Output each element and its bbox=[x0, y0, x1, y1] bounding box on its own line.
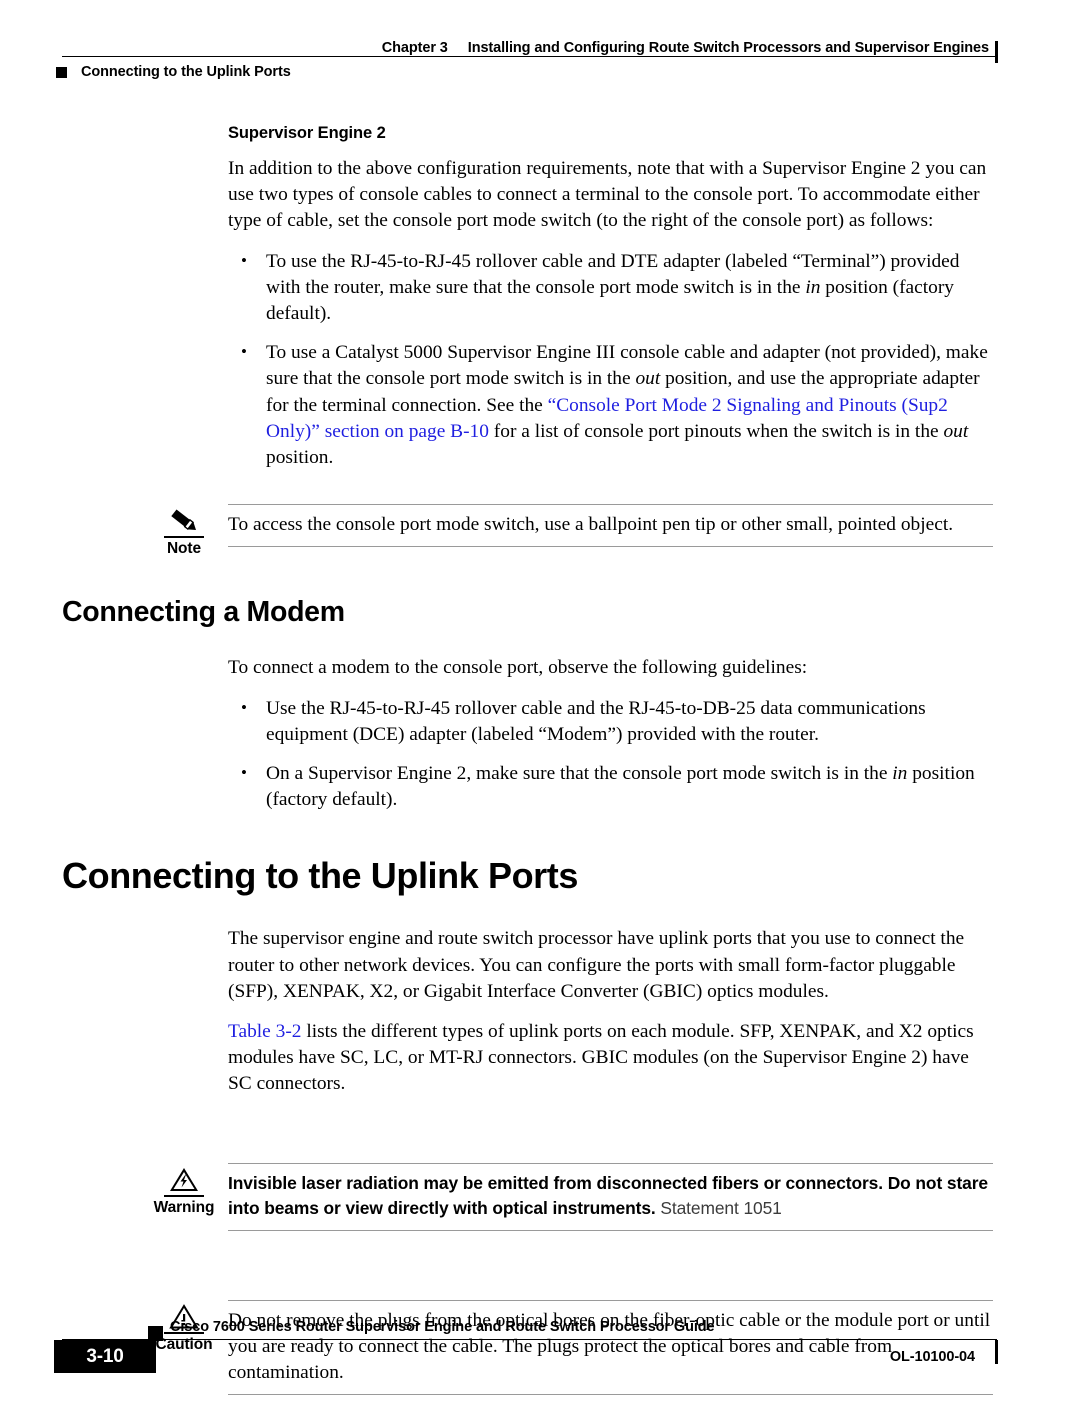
note-label: Note bbox=[166, 540, 202, 558]
note-body: To access the console port mode switch, … bbox=[228, 504, 993, 548]
list-item: To use a Catalyst 5000 Supervisor Engine… bbox=[228, 339, 993, 471]
page-number-box: 3-10 bbox=[54, 1340, 156, 1373]
square-bullet-icon bbox=[56, 66, 67, 78]
warning-statement-number: Statement 1051 bbox=[655, 1198, 782, 1219]
footer-guide-title: Cisco 7600 Series Router Supervisor Engi… bbox=[170, 1319, 715, 1335]
cross-reference-link-table-3-2[interactable]: Table 3-2 bbox=[228, 1021, 301, 1042]
warning-text: Invisible laser radiation may be emitted… bbox=[228, 1171, 993, 1222]
list-item: Use the RJ-45-to-RJ-45 rollover cable an… bbox=[228, 695, 993, 748]
uplink-paragraph-1: The supervisor engine and route switch p… bbox=[228, 928, 965, 1002]
uplink-block: The supervisor engine and route switch p… bbox=[228, 926, 993, 1097]
section-heading-connecting-to-the-uplink-ports: Connecting to the Uplink Ports bbox=[62, 855, 578, 897]
modem-intro-paragraph: To connect a modem to the console port, … bbox=[228, 657, 808, 679]
warning-triangle-lightning-icon bbox=[148, 1163, 220, 1193]
note-admonition: Note To access the console port mode swi… bbox=[0, 504, 1080, 557]
sup2-bullet-list: To use the RJ-45-to-RJ-45 rollover cable… bbox=[228, 248, 993, 472]
modem-block: To connect a modem to the console port, … bbox=[228, 655, 993, 813]
modem-bullet2-text-a: On a Supervisor Engine 2, make sure that… bbox=[266, 763, 893, 785]
header-running-head: Connecting to the Uplink Ports bbox=[56, 64, 997, 80]
warning-label: Warning bbox=[153, 1198, 215, 1216]
sup2-subheading: Supervisor Engine 2 bbox=[228, 124, 386, 142]
pencil-icon bbox=[148, 504, 220, 534]
section-heading-connecting-a-modem: Connecting a Modem bbox=[62, 596, 345, 629]
page-content: Supervisor Engine 2 In addition to the a… bbox=[0, 124, 1080, 1413]
footer-rule: 3-10 OL-10100-04 bbox=[54, 1326, 998, 1373]
warning-admonition: Warning Invisible laser radiation may be… bbox=[0, 1162, 1080, 1231]
note-text: To access the console port mode switch, … bbox=[228, 514, 954, 536]
modem-bullet1-text: Use the RJ-45-to-RJ-45 rollover cable an… bbox=[266, 697, 926, 745]
page-number: 3-10 bbox=[86, 1345, 124, 1367]
bullet2-text-c: for a list of console port pinouts when … bbox=[488, 420, 944, 442]
warning-text-bold: Invisible laser radiation may be emitted… bbox=[228, 1172, 988, 1219]
header-end-tick bbox=[995, 41, 998, 63]
modem-bullet2-italic-in: in bbox=[892, 763, 908, 785]
bullet2-text-d: position. bbox=[266, 447, 334, 469]
page-header: Chapter 3 Installing and Configuring Rou… bbox=[56, 30, 998, 88]
bullet1-italic-in: in bbox=[805, 276, 821, 298]
sup2-intro-paragraph: In addition to the above configuration r… bbox=[228, 158, 987, 232]
warning-body: Invisible laser radiation may be emitted… bbox=[228, 1162, 993, 1231]
note-icon-rule bbox=[164, 536, 204, 539]
header-chapter-title: Installing and Configuring Route Switch … bbox=[467, 40, 989, 56]
bullet2-italic-out1: out bbox=[635, 368, 661, 390]
footer-square-marker-icon bbox=[148, 1326, 163, 1341]
warning-icon-rule bbox=[164, 1194, 204, 1197]
footer-end-tick bbox=[995, 1340, 998, 1364]
uplink-paragraph-2: Table 3-2 lists the different types of u… bbox=[228, 1019, 993, 1098]
list-item: On a Supervisor Engine 2, make sure that… bbox=[228, 760, 993, 813]
uplink-paragraph-2-rest: lists the different types of uplink port… bbox=[228, 1021, 974, 1095]
header-rule bbox=[62, 41, 998, 63]
header-chapter-number: Chapter 3 bbox=[381, 40, 448, 56]
note-label-column: Note bbox=[148, 504, 220, 558]
page-footer: Cisco 7600 Series Router Supervisor Engi… bbox=[54, 1318, 998, 1384]
header-running-head-text: Connecting to the Uplink Ports bbox=[81, 64, 291, 80]
list-item: To use the RJ-45-to-RJ-45 rollover cable… bbox=[228, 248, 993, 328]
bullet2-italic-out2: out bbox=[943, 420, 969, 442]
sup2-block: Supervisor Engine 2 In addition to the a… bbox=[228, 124, 993, 235]
document-page: Chapter 3 Installing and Configuring Rou… bbox=[0, 0, 1080, 1397]
warning-label-column: Warning bbox=[148, 1163, 220, 1217]
header-chapter-line: Chapter 3 Installing and Configuring Rou… bbox=[62, 30, 997, 56]
footer-document-id: OL-10100-04 bbox=[889, 1349, 975, 1365]
